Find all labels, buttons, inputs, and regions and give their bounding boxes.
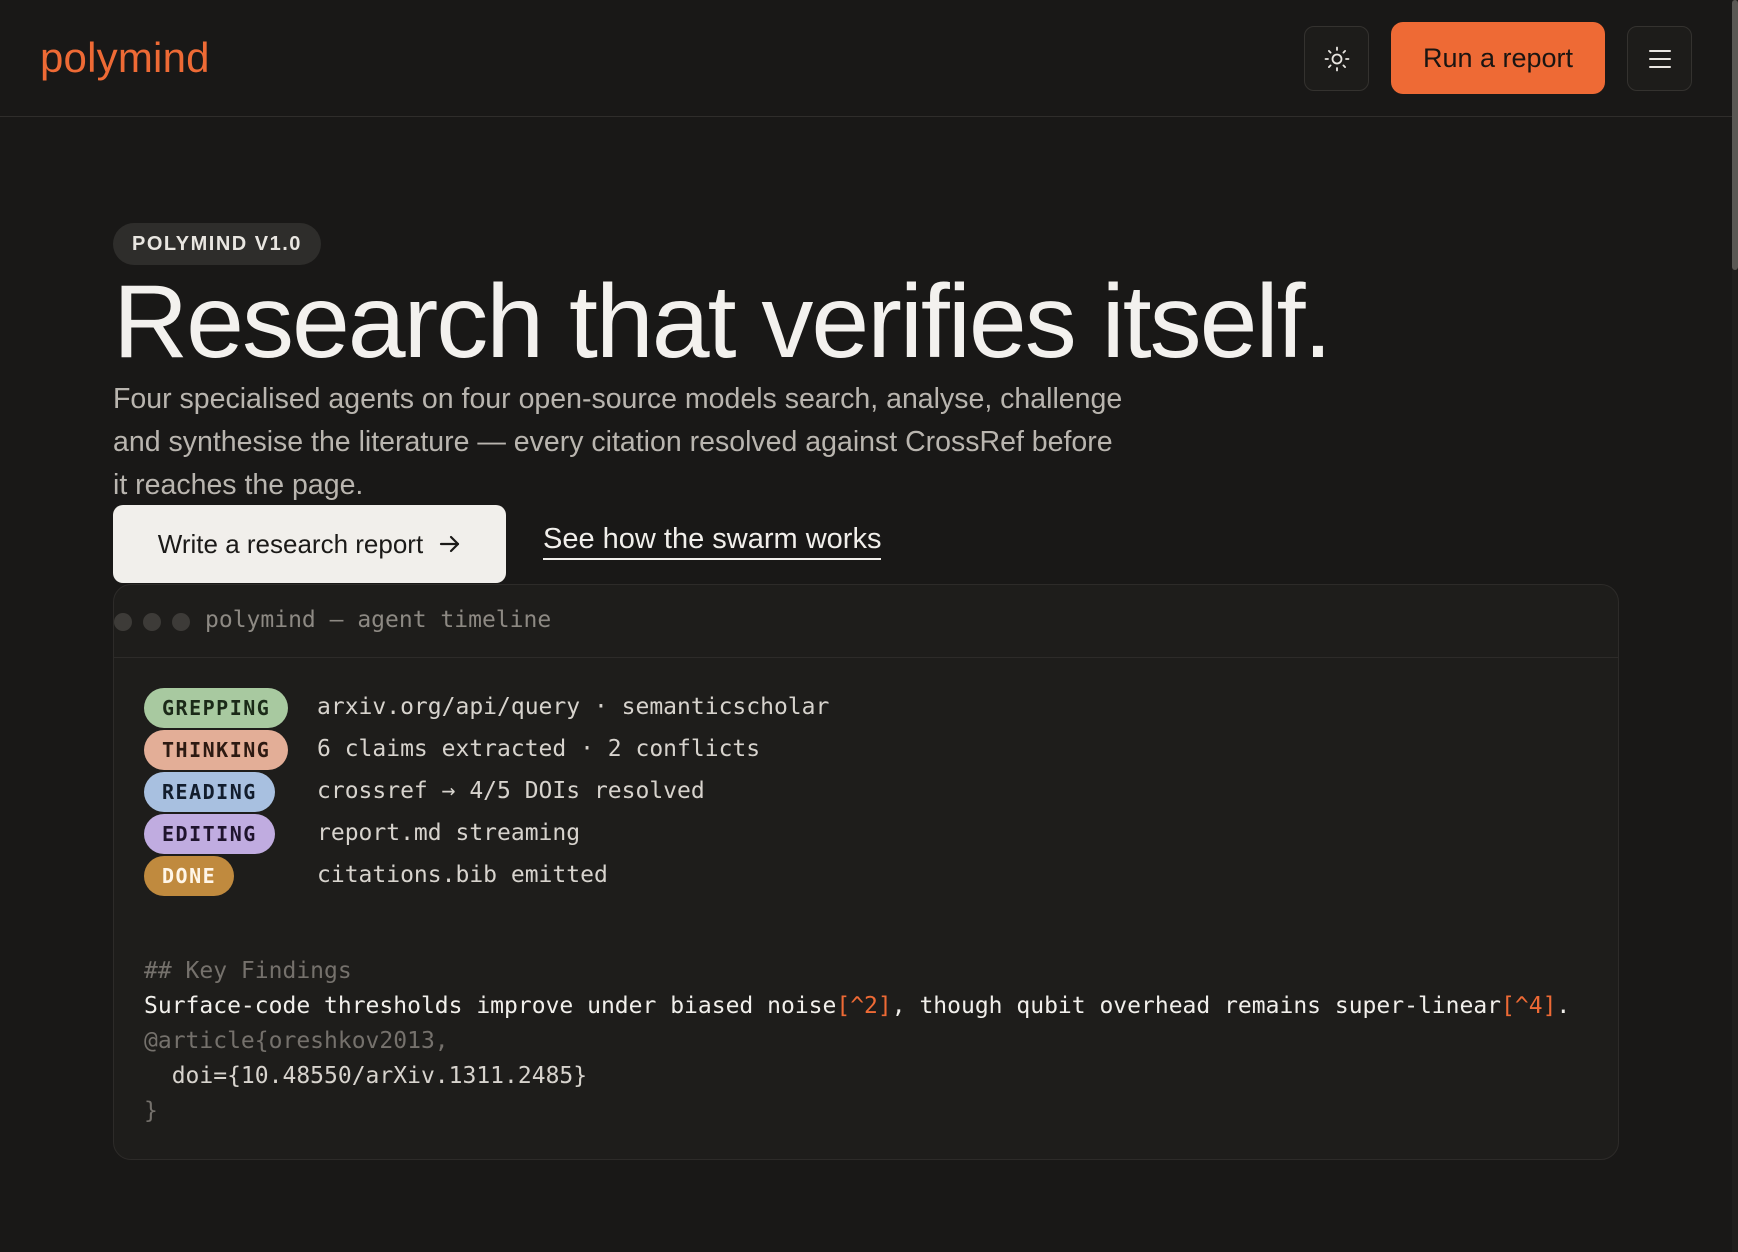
status-badge-done: DONE — [144, 856, 235, 896]
timeline-row: GREPPING — [144, 688, 289, 728]
timeline-row-text: crossref → 4/5 DOIs resolved — [317, 778, 705, 804]
footnote-ref[interactable]: [^4] — [1501, 993, 1556, 1019]
write-report-label: Write a research report — [157, 528, 424, 559]
timeline-row-text: arxiv.org/api/query · semanticscholar — [317, 694, 830, 720]
scrollbar-thumb[interactable] — [1732, 0, 1738, 270]
terminal-title: polymind — agent timeline — [205, 607, 552, 633]
finding-end: . — [1556, 993, 1571, 1019]
hero-headline: Research that verifies itself. — [113, 264, 1332, 380]
version-badge: POLYMIND V1.0 — [113, 223, 321, 265]
status-badge-thinking: THINKING — [144, 730, 289, 770]
brand-logo[interactable]: polymind — [40, 34, 210, 82]
status-badge-editing: EDITING — [144, 814, 275, 854]
see-how-swarm-works-link[interactable]: See how the swarm works — [543, 523, 882, 560]
window-dot-close — [114, 613, 132, 631]
terminal-header: polymind — agent timeline — [114, 585, 1618, 658]
timeline-row-text: citations.bib emitted — [317, 862, 608, 888]
footnote-ref[interactable]: [^2] — [836, 993, 891, 1019]
top-navigation-bar: polymind Run a report — [0, 0, 1732, 117]
timeline-row-text: 6 claims extracted · 2 conflicts — [317, 736, 761, 762]
timeline-row: DONE — [144, 856, 235, 896]
hamburger-menu-icon — [1648, 49, 1671, 68]
run-report-button[interactable]: Run a report — [1391, 22, 1605, 94]
timeline-row: THINKING — [144, 730, 289, 770]
timeline-row-text: report.md streaming — [317, 820, 581, 846]
sun-icon — [1324, 46, 1349, 71]
arrow-right-icon — [440, 535, 460, 553]
bibtex-close: } — [144, 1098, 158, 1124]
bibtex-open: @article{oreshkov2013, — [144, 1028, 449, 1054]
status-badge-grepping: GREPPING — [144, 688, 289, 728]
window-dot-minimize — [143, 613, 161, 631]
timeline-row: READING — [144, 772, 275, 812]
agent-timeline-panel: polymind — agent timeline GREPPING arxiv… — [113, 584, 1619, 1160]
menu-button[interactable] — [1627, 26, 1692, 91]
timeline-row: EDITING — [144, 814, 275, 854]
status-badge-reading: READING — [144, 772, 275, 812]
finding-text: Surface-code thresholds improve under bi… — [144, 993, 837, 1019]
theme-toggle-button[interactable] — [1304, 26, 1369, 91]
code-heading: ## Key Findings — [144, 958, 352, 984]
page-scrollbar[interactable] — [1732, 0, 1738, 1252]
bibtex-doi: doi={10.48550/arXiv.1311.2485} — [144, 1063, 588, 1089]
finding-text: , though qubit overhead remains super-li… — [891, 993, 1502, 1019]
hero-subtext: Four specialised agents on four open-sou… — [113, 383, 1123, 501]
window-dot-maximize — [172, 613, 190, 631]
code-finding-line: Surface-code thresholds improve under bi… — [144, 989, 1570, 1024]
write-report-button[interactable]: Write a research report — [113, 505, 506, 583]
